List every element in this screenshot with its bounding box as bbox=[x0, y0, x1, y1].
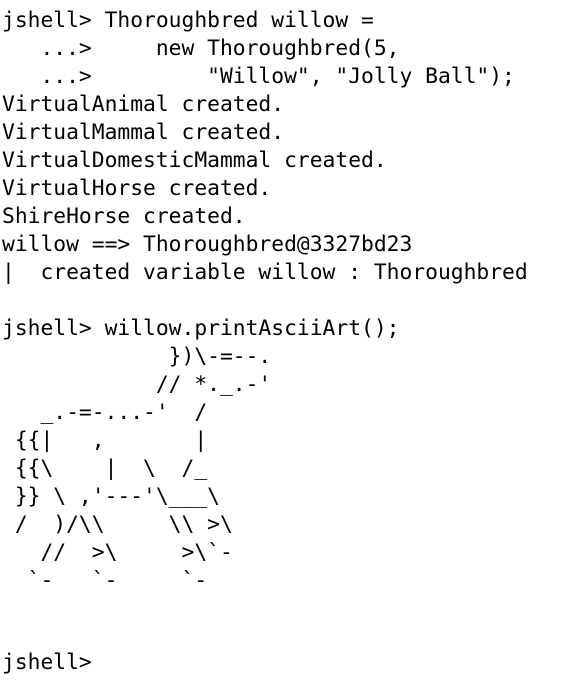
variable-info-line: | created variable willow : Thoroughbred bbox=[2, 260, 528, 285]
ascii-art-line: / )/\\ \\ >\ bbox=[2, 512, 233, 537]
output-line: VirtualAnimal created. bbox=[2, 92, 285, 117]
jshell-terminal-output: jshell> Thoroughbred willow = ...> new T… bbox=[2, 7, 564, 595]
result-line: willow ==> Thoroughbred@3327bd23 bbox=[2, 232, 413, 257]
output-line: VirtualDomesticMammal created. bbox=[2, 148, 387, 173]
continuation-line: ...> new Thoroughbred(5, bbox=[2, 36, 400, 61]
output-line: VirtualHorse created. bbox=[2, 176, 272, 201]
ascii-art-line: `- `- `- bbox=[2, 568, 208, 593]
ascii-art-line: // *._.-' bbox=[2, 372, 272, 397]
ascii-art-line: {{\ | \ /_ bbox=[2, 456, 208, 481]
prompt-line: jshell> Thoroughbred willow = bbox=[2, 8, 374, 33]
ascii-art-line: })\-=--. bbox=[2, 344, 272, 369]
input-prompt[interactable]: jshell> bbox=[2, 649, 92, 677]
output-line: VirtualMammal created. bbox=[2, 120, 285, 145]
output-line: ShireHorse created. bbox=[2, 204, 246, 229]
ascii-art-line: _.-=-...-' / bbox=[2, 400, 208, 425]
ascii-art-line: }} \ ,'---'\___\ bbox=[2, 484, 220, 509]
ascii-art-line: {{| , | bbox=[2, 428, 208, 453]
continuation-line: ...> "Willow", "Jolly Ball"); bbox=[2, 64, 515, 89]
prompt-line: jshell> willow.printAsciiArt(); bbox=[2, 316, 400, 341]
ascii-art-line: // >\ >\`- bbox=[2, 540, 233, 565]
